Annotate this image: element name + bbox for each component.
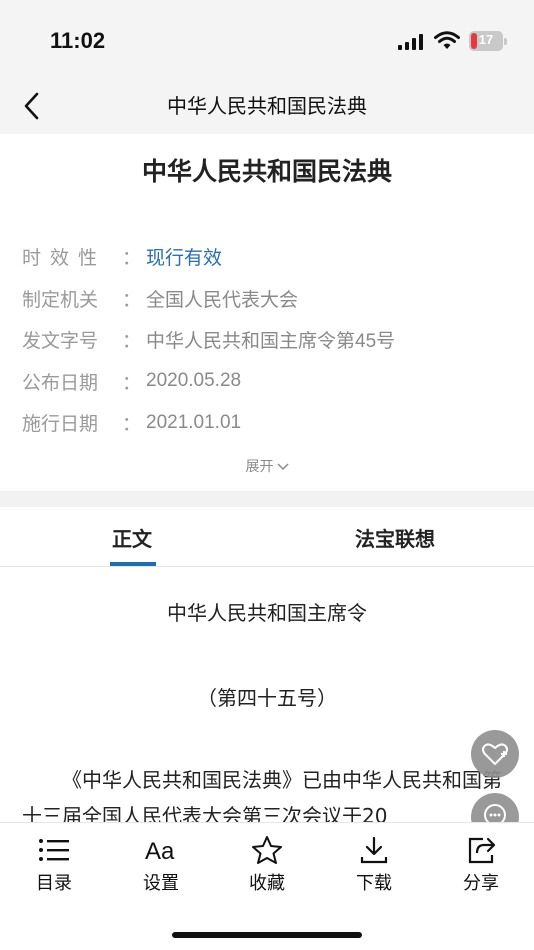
meta-row-doc-number: 发文字号 ： 中华人民共和国主席令第45号 xyxy=(22,319,522,361)
toolbar-favorite-button[interactable]: 收藏 xyxy=(237,835,297,895)
toolbar-share-button[interactable]: 分享 xyxy=(451,835,511,895)
document-meta: 时效性 ： 现行有效 制定机关 ： 全国人民代表大会 发文字号 ： 中华人民共和… xyxy=(22,236,522,444)
expand-label: 展开 xyxy=(245,459,274,475)
toolbar-label: 收藏 xyxy=(249,873,285,894)
meta-value: 2020.05.28 xyxy=(146,370,242,392)
nav-bar: 中华人民共和国民法典 xyxy=(0,80,534,134)
toolbar-label: 设置 xyxy=(143,873,179,894)
document-body: 中华人民共和国主席令 （第四十五号） 《中华人民共和国民法典》已由中华人民共和国… xyxy=(0,567,534,822)
download-icon xyxy=(360,836,388,864)
document-title: 中华人民共和国民法典 xyxy=(141,157,392,186)
status-bar: 11:02 17 xyxy=(0,0,534,80)
section-divider xyxy=(0,491,534,507)
meta-value: 2021.01.01 xyxy=(146,411,242,433)
list-icon xyxy=(39,839,69,861)
toolbar-label: 下载 xyxy=(356,873,392,894)
meta-label: 公布日期 xyxy=(22,371,99,394)
heart-plus-icon xyxy=(482,743,508,765)
chevron-down-icon xyxy=(276,463,289,471)
tab-main-text[interactable]: 正文 xyxy=(112,523,152,552)
meta-row-status: 时效性 ： 现行有效 xyxy=(22,236,522,278)
meta-label: 发文字号 xyxy=(22,330,99,353)
content-paragraph: 《中华人民共和国民法典》已由中华人民共和国第十三届全国人民代表大会第三次会议于2… xyxy=(22,768,502,822)
meta-label: 制定机关 xyxy=(22,288,99,311)
meta-label: 时效性 xyxy=(22,247,107,270)
font-size-icon: Aa xyxy=(145,838,175,865)
bottom-toolbar: 目录 Aa 设置 收藏 下载 分享 xyxy=(0,822,534,950)
toolbar-settings-button[interactable]: Aa 设置 xyxy=(131,835,191,895)
cellular-signal-icon xyxy=(398,34,423,50)
toolbar-label: 分享 xyxy=(463,873,499,894)
toolbar-label: 目录 xyxy=(36,873,72,894)
meta-colon: ： xyxy=(122,330,142,353)
content-heading: 中华人民共和国主席令 xyxy=(167,601,367,625)
battery-icon: 17 xyxy=(469,31,507,51)
meta-row-publish-date: 公布日期 ： 2020.05.28 xyxy=(22,361,522,403)
share-icon xyxy=(468,837,496,864)
favorite-float-button[interactable] xyxy=(471,730,519,778)
meta-row-effective-date: 施行日期 ： 2021.01.01 xyxy=(22,402,522,444)
meta-value: 全国人民代表大会 xyxy=(146,289,299,311)
meta-row-issuer: 制定机关 ： 全国人民代表大会 xyxy=(22,278,522,320)
wifi-icon xyxy=(434,31,460,49)
meta-value-status: 现行有效 xyxy=(146,248,223,270)
meta-colon: ： xyxy=(122,288,142,311)
toolbar-download-button[interactable]: 下载 xyxy=(344,835,404,895)
battery-level: 17 xyxy=(478,32,494,47)
expand-toggle[interactable]: 展开 xyxy=(0,456,534,476)
meta-colon: ： xyxy=(122,413,142,436)
tab-related[interactable]: 法宝联想 xyxy=(355,523,435,552)
home-indicator[interactable] xyxy=(172,932,362,938)
meta-colon: ： xyxy=(122,371,142,394)
toolbar-contents-button[interactable]: 目录 xyxy=(24,835,84,895)
meta-label: 施行日期 xyxy=(22,413,99,436)
meta-value: 中华人民共和国主席令第45号 xyxy=(146,331,396,353)
star-icon xyxy=(252,836,282,864)
active-tab-indicator xyxy=(110,562,156,566)
content-order-number: （第四十五号） xyxy=(197,686,337,710)
tab-bar: 正文 法宝联想 xyxy=(0,507,534,567)
meta-colon: ： xyxy=(122,247,142,270)
status-time: 11:02 xyxy=(50,28,106,53)
nav-title: 中华人民共和国民法典 xyxy=(167,94,367,118)
svg-text:Aa: Aa xyxy=(145,838,175,865)
